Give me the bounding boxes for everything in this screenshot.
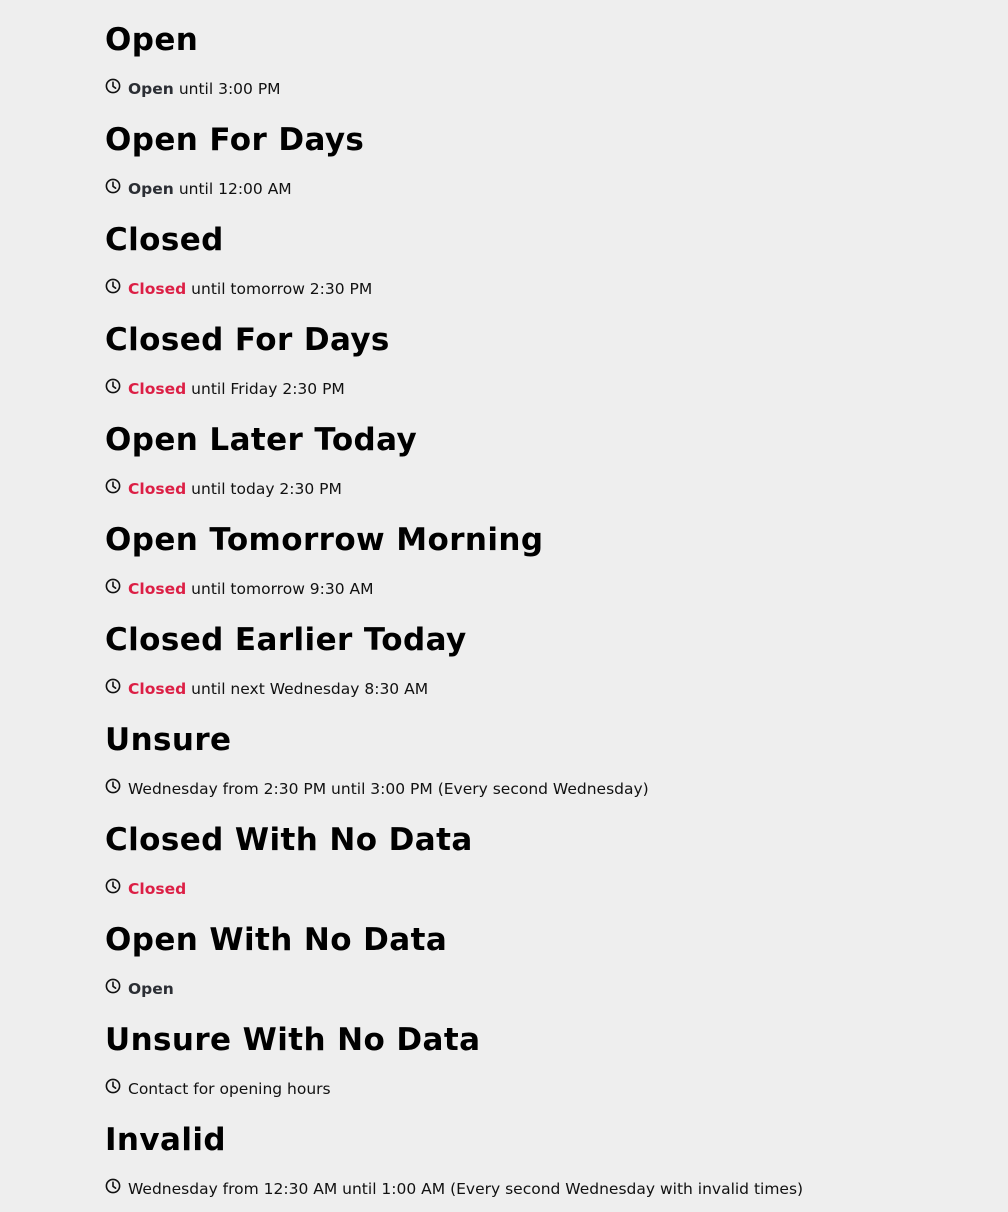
hours-entry-closed: Closed Closed until tomorrow 2:30 PM [105,200,985,300]
clock-icon [105,778,121,794]
clock-icon [105,178,121,194]
hours-line: Open until 3:00 PM [105,78,281,100]
clock-icon [105,878,121,894]
entry-title: Open Later Today [105,422,418,458]
hours-text: until tomorrow 9:30 AM [191,580,374,598]
hours-line: Closed until tomorrow 2:30 PM [105,278,372,300]
entry-title: Open [105,22,199,58]
hours-line: Closed until tomorrow 9:30 AM [105,578,374,600]
status-label: Open [128,980,174,998]
hours-entry-unsure-no-data: Unsure With No Data Contact for opening … [105,1000,985,1100]
clock-icon [105,478,121,494]
status-label: Open [128,180,174,198]
hours-line: Closed [105,878,191,900]
hours-line: Closed until Friday 2:30 PM [105,378,345,400]
hours-entry-open-later-today: Open Later Today Closed until today 2:30… [105,400,985,500]
status-label: Closed [128,280,187,298]
clock-icon [105,678,121,694]
hours-line: Wednesday from 12:30 AM until 1:00 AM (E… [105,1178,803,1200]
entry-title: Closed [105,222,224,258]
entry-title: Unsure [105,722,232,758]
hours-text: until 3:00 PM [178,80,281,98]
entry-title: Closed For Days [105,322,390,358]
hours-text: until 12:00 AM [178,180,292,198]
entry-title: Closed Earlier Today [105,622,467,658]
entry-title: Invalid [105,1122,226,1158]
entry-title: Open Tomorrow Morning [105,522,544,558]
clock-icon [105,578,121,594]
entry-title: Unsure With No Data [105,1022,481,1058]
hours-line: Open until 12:00 AM [105,178,292,200]
hours-entry-unsure: Unsure Wednesday from 2:30 PM until 3:00… [105,700,985,800]
status-label: Closed [128,880,187,898]
hours-entry-open-tomorrow-morning: Open Tomorrow Morning Closed until tomor… [105,500,985,600]
hours-entry-open-no-data: Open With No Data Open [105,900,985,1000]
hours-text: until Friday 2:30 PM [191,380,345,398]
clock-icon [105,978,121,994]
status-label: Closed [128,480,187,498]
hours-text: until tomorrow 2:30 PM [191,280,373,298]
entry-title: Closed With No Data [105,822,473,858]
clock-icon [105,78,121,94]
clock-icon [105,378,121,394]
clock-icon [105,278,121,294]
hours-line: Open [105,978,179,1000]
hours-entry-closed-earlier-today: Closed Earlier Today Closed until next W… [105,600,985,700]
hours-text: until today 2:30 PM [191,480,342,498]
opening-hours-list: Open Open until 3:00 PM Open For Days Op… [0,0,1008,1212]
hours-entry-invalid: Invalid Wednesday from 12:30 AM until 1:… [105,1100,985,1200]
hours-text: until next Wednesday 8:30 AM [191,680,429,698]
clock-icon [105,1178,121,1194]
status-label: Closed [128,580,187,598]
status-label: Closed [128,380,187,398]
entry-title: Open For Days [105,122,365,158]
status-label: Open [128,80,174,98]
clock-icon [105,1078,121,1094]
hours-line: Contact for opening hours [105,1078,331,1100]
hours-entry-open: Open Open until 3:00 PM [105,0,985,100]
hours-entry-open-for-days: Open For Days Open until 12:00 AM [105,100,985,200]
hours-line: Wednesday from 2:30 PM until 3:00 PM (Ev… [105,778,649,800]
hours-line: Closed until next Wednesday 8:30 AM [105,678,428,700]
entry-title: Open With No Data [105,922,448,958]
hours-entry-closed-no-data: Closed With No Data Closed [105,800,985,900]
status-label: Closed [128,680,187,698]
hours-text: Wednesday from 12:30 AM until 1:00 AM (E… [128,1180,804,1198]
hours-text: Wednesday from 2:30 PM until 3:00 PM (Ev… [128,780,649,798]
hours-text: Contact for opening hours [128,1080,331,1098]
hours-entry-closed-for-days: Closed For Days Closed until Friday 2:30… [105,300,985,400]
hours-line: Closed until today 2:30 PM [105,478,342,500]
